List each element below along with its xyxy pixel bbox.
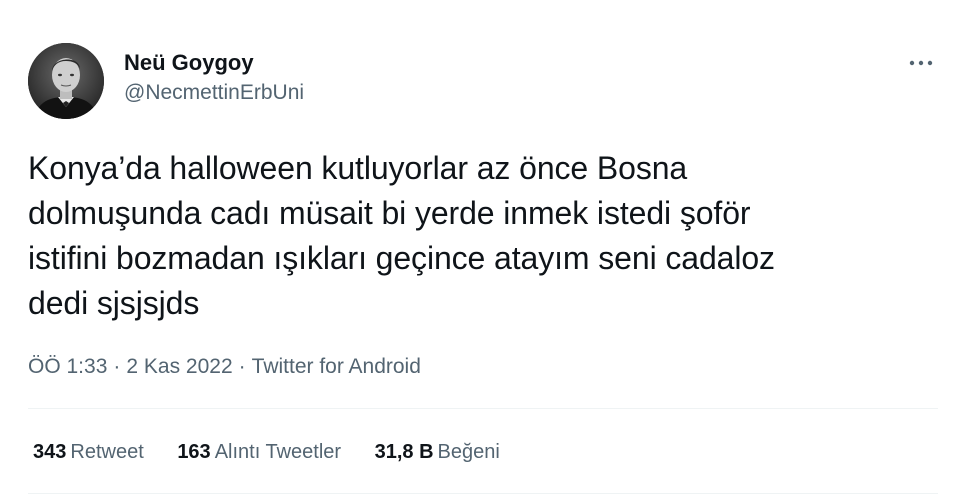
tweet-stats: 343 Retweet 163 Alıntı Tweetler 31,8 B Beğe… (33, 438, 528, 466)
meta-separator: · (238, 355, 246, 378)
more-options-button[interactable] (904, 51, 938, 75)
tweet-date[interactable]: 2 Kas 2022 (126, 355, 232, 378)
tweet-card: Neü Goygoy @NecmettinErbUni Konya’da hal… (0, 0, 962, 500)
display-name[interactable]: Neü Goygoy (124, 49, 304, 77)
tweet-header: Neü Goygoy @NecmettinErbUni (28, 43, 938, 119)
divider (28, 408, 938, 409)
tweet-meta: ÖÖ 1:33 · 2 Kas 2022 · Twitter for Android (28, 353, 421, 381)
tweet-text: Konya’da halloween kutluyorlar az önce B… (28, 150, 775, 321)
user-handle[interactable]: @NecmettinErbUni (124, 79, 304, 107)
divider (28, 493, 938, 494)
quotes-count: 163 (177, 441, 211, 463)
user-info: Neü Goygoy @NecmettinErbUni (124, 49, 304, 107)
quotes-stat[interactable]: 163 Alıntı Tweetler (177, 438, 341, 466)
avatar[interactable] (28, 43, 104, 119)
retweets-count: 343 (33, 441, 67, 463)
likes-label: Beğeni (437, 441, 500, 463)
likes-count: 31,8 B (374, 441, 434, 463)
tweet-time[interactable]: ÖÖ 1:33 (28, 355, 107, 378)
tweet-source[interactable]: Twitter for Android (252, 355, 421, 378)
avatar-portrait-icon (28, 43, 104, 119)
likes-stat[interactable]: 31,8 B Beğeni (375, 438, 500, 466)
more-horizontal-icon (909, 60, 933, 66)
retweets-label: Retweet (70, 441, 144, 463)
retweets-stat[interactable]: 343 Retweet (33, 438, 144, 466)
quotes-label: Alıntı Tweetler (214, 441, 342, 463)
meta-separator: · (113, 355, 121, 378)
